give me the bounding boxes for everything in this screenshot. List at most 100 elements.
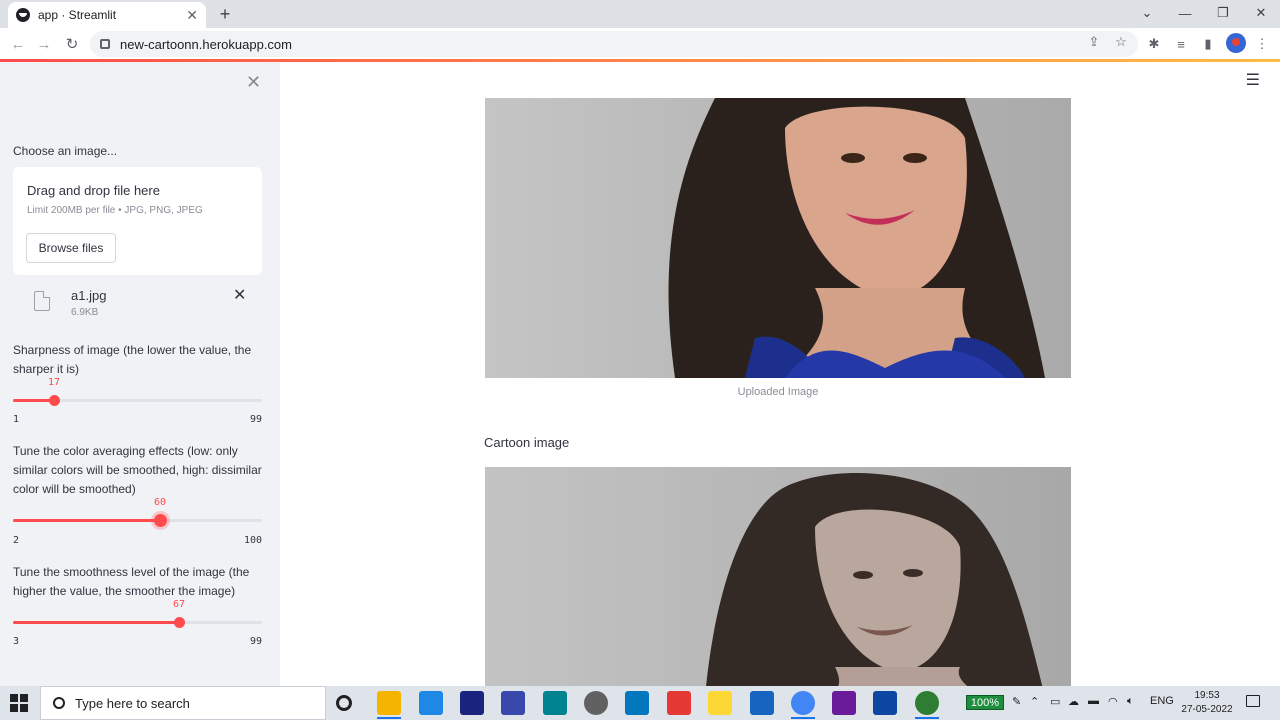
taskbar-search-placeholder: Type here to search: [75, 695, 190, 711]
tab-search-icon[interactable]: ⌄: [1128, 0, 1166, 26]
media-control-icon[interactable]: ≡: [1171, 34, 1191, 54]
windows-start-icon[interactable]: [10, 694, 28, 712]
more-menu-icon[interactable]: ⋮: [1252, 34, 1272, 54]
slider-thumb[interactable]: [174, 617, 185, 628]
color-averaging-range: 2 100: [13, 535, 262, 546]
system-clock[interactable]: 19:53 27-05-2022: [1176, 689, 1238, 717]
uploaded-file-name: a1.jpg: [71, 288, 107, 303]
slider-value: 60: [153, 497, 167, 508]
onedrive-icon[interactable]: ☁: [1068, 695, 1079, 708]
browse-files-button[interactable]: Browse files: [26, 233, 116, 263]
taskbar-search[interactable]: Type here to search: [40, 686, 326, 720]
chrome-icon[interactable]: [791, 691, 815, 715]
clock-time: 19:53: [1194, 690, 1220, 701]
cartoon-image: [485, 467, 1071, 686]
slider-fill: [13, 621, 179, 624]
app-bracket-icon[interactable]: [625, 691, 649, 715]
slider-thumb[interactable]: [154, 514, 167, 527]
power-icon[interactable]: ▬: [1088, 695, 1099, 707]
extensions-icon[interactable]: ✱: [1144, 34, 1164, 54]
slider-thumb[interactable]: [49, 395, 60, 406]
cortana-icon[interactable]: [336, 695, 352, 711]
hamburger-menu-icon[interactable]: ☰: [1246, 70, 1260, 90]
volume-icon[interactable]: 🔈︎: [1127, 695, 1134, 708]
restore-button[interactable]: ❐: [1204, 0, 1242, 26]
main-content: ☰ Uploaded Image Cartoon image: [280, 62, 1280, 686]
side-panel-icon[interactable]: ▮: [1198, 34, 1218, 54]
visual-studio-icon[interactable]: [750, 691, 774, 715]
minimize-button[interactable]: —: [1166, 0, 1204, 26]
new-tab-button[interactable]: +: [214, 3, 236, 25]
back-icon[interactable]: ←: [6, 32, 30, 56]
browser-toolbar: ← → ↻ new-cartoonn.herokuapp.com ⇪ ☆ ✱ ≡…: [0, 28, 1280, 60]
show-hidden-icons-icon[interactable]: ⌃: [1030, 695, 1039, 708]
app-l-icon[interactable]: [419, 691, 443, 715]
slider-min: 2: [13, 535, 20, 546]
virtualbox-icon[interactable]: [501, 691, 525, 715]
meet-now-icon[interactable]: ▭: [1050, 695, 1060, 708]
forward-icon[interactable]: →: [32, 32, 56, 56]
battery-indicator[interactable]: 100%: [966, 695, 1004, 710]
reload-icon[interactable]: ↻: [60, 32, 84, 56]
sharpness-slider-label: Sharpness of image (the lower the value,…: [13, 343, 252, 376]
browser-titlebar: app · Streamlit ✕ + ⌄ — ❐ ✕: [0, 0, 1280, 28]
streamlit-favicon-icon: [16, 8, 30, 22]
dropzone-text: Drag and drop file here: [27, 183, 160, 198]
chrome-indicator: [791, 717, 815, 719]
cartoon-portrait: [706, 473, 1043, 686]
slider-fill: [13, 399, 54, 402]
slider-min: 1: [13, 414, 20, 425]
slider-value: 67: [172, 599, 186, 610]
pen-icon[interactable]: ✎: [1012, 695, 1021, 708]
window-close-button[interactable]: ✕: [1242, 0, 1280, 26]
cartoon-image-title: Cartoon image: [484, 435, 570, 450]
python-icon[interactable]: [708, 691, 732, 715]
uploaded-file-size: 6.9KB: [71, 307, 99, 318]
browser-tab[interactable]: app · Streamlit ✕: [8, 2, 206, 28]
slider-min: 3: [13, 636, 20, 647]
file-explorer-icon[interactable]: [377, 691, 401, 715]
file-limit-text: Limit 200MB per file • JPG, PNG, JPEG: [27, 205, 203, 216]
sidebar: ✕ Choose an image... Drag and drop file …: [0, 62, 280, 686]
smoothness-range: 3 99: [13, 636, 262, 647]
whatsapp-icon[interactable]: [915, 691, 939, 715]
search-icon: [53, 697, 65, 709]
sidebar-close-icon[interactable]: ✕: [246, 72, 261, 93]
smoothness-slider[interactable]: 67: [13, 599, 262, 633]
slider-max: 99: [249, 414, 262, 425]
uploaded-image: [485, 98, 1071, 378]
bookmark-star-icon[interactable]: ☆: [1111, 32, 1131, 52]
remove-file-icon[interactable]: ✕: [233, 285, 246, 305]
file-icon: [34, 291, 50, 311]
language-indicator[interactable]: ENG: [1150, 695, 1174, 707]
smoothness-slider-label: Tune the smoothness level of the image (…: [13, 565, 250, 598]
remote-desktop-icon[interactable]: [543, 691, 567, 715]
wifi-icon[interactable]: ◠: [1108, 695, 1118, 708]
whatsapp-indicator: [915, 717, 939, 719]
uploaded-image-caption: Uploaded Image: [737, 386, 819, 398]
settings-gear-icon[interactable]: [584, 691, 608, 715]
uploader-label: Choose an image...: [13, 144, 118, 158]
color-averaging-slider-label: Tune the color averaging effects (low: o…: [13, 444, 262, 496]
lock-icon: [100, 39, 110, 49]
office-icon[interactable]: [667, 691, 691, 715]
tab-title: app · Streamlit: [38, 8, 117, 22]
tab-close-icon[interactable]: ✕: [186, 7, 198, 24]
windows-taskbar: Type here to search 100% ✎ ⌃ ▭ ☁ ▬ ◠ 🔈︎ …: [0, 686, 1280, 720]
share-icon[interactable]: ⇪: [1084, 32, 1104, 52]
dev-icon[interactable]: [460, 691, 484, 715]
winrar-icon[interactable]: [832, 691, 856, 715]
slider-value: 17: [47, 377, 61, 388]
clock-date: 27-05-2022: [1181, 704, 1233, 715]
file-explorer-indicator: [377, 717, 401, 719]
sharpness-range: 1 99: [13, 414, 262, 425]
url-text: new-cartoonn.herokuapp.com: [120, 36, 292, 52]
sharpness-slider[interactable]: 17: [13, 377, 262, 411]
file-dropzone[interactable]: Drag and drop file here Limit 200MB per …: [13, 167, 262, 275]
color-averaging-slider[interactable]: 60: [13, 497, 262, 531]
prime-video-icon[interactable]: [873, 691, 897, 715]
notifications-icon[interactable]: [1246, 695, 1260, 707]
address-bar[interactable]: new-cartoonn.herokuapp.com: [90, 31, 1138, 57]
slider-max: 100: [243, 535, 262, 546]
profile-avatar[interactable]: [1226, 33, 1246, 53]
